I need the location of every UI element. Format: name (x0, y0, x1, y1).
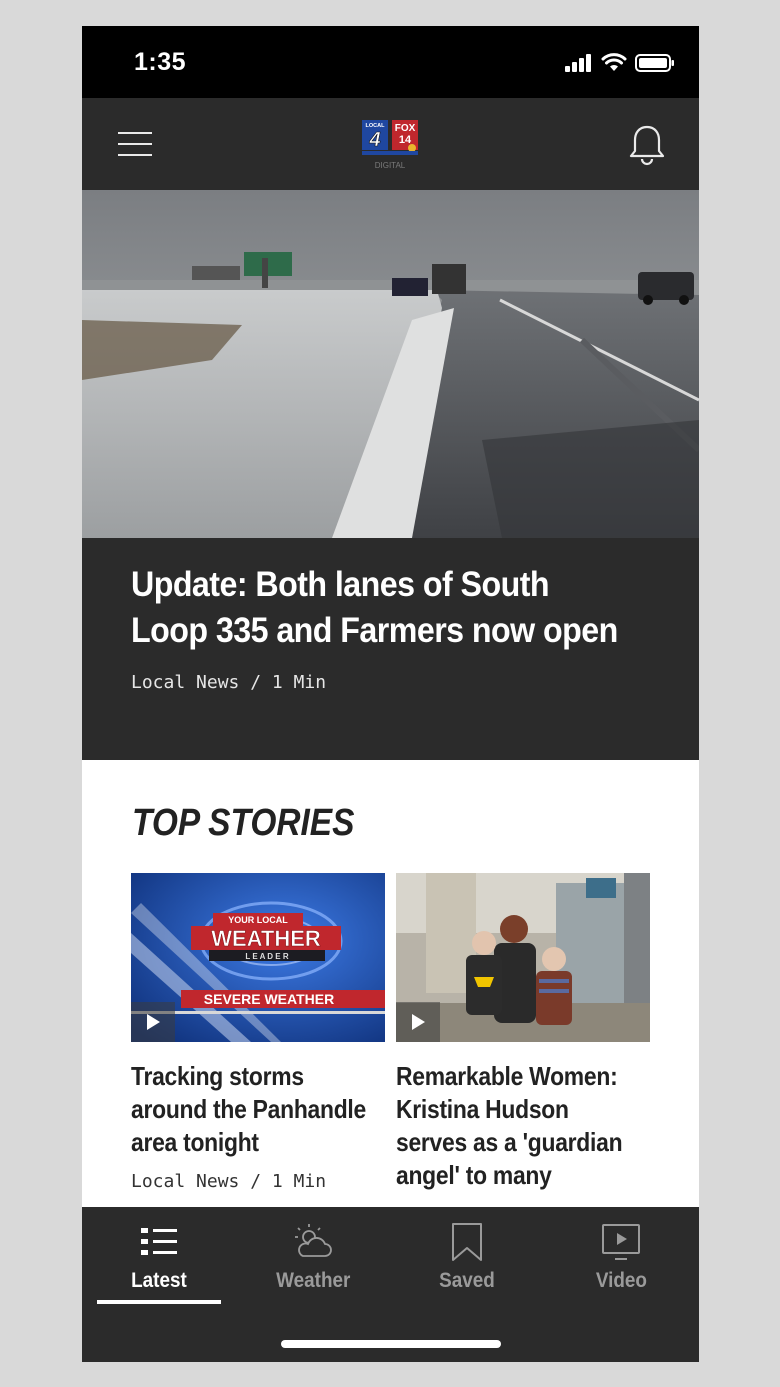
story-meta: Local News / 1 Min (131, 1171, 327, 1192)
hero-meta: Local News / 1 Min (131, 672, 327, 693)
svg-text:YOUR LOCAL: YOUR LOCAL (228, 915, 288, 925)
tab-label: Saved (439, 1269, 495, 1292)
menu-icon-bar (118, 143, 152, 145)
play-button[interactable] (396, 1002, 440, 1042)
svg-text:WEATHER: WEATHER (211, 926, 321, 951)
tab-label: Latest (131, 1269, 187, 1292)
play-button[interactable] (131, 1002, 175, 1042)
wifi-icon (601, 53, 627, 71)
hero-headline[interactable]: Update: Both lanes of South Loop 335 and… (131, 562, 628, 654)
home-indicator[interactable] (281, 1340, 501, 1348)
tab-latest[interactable]: Latest (94, 1207, 224, 1307)
status-icons (565, 52, 675, 74)
battery-icon (635, 54, 674, 72)
menu-icon-bar (118, 154, 152, 156)
svg-text:FOX: FOX (395, 123, 416, 134)
svg-text:L E A D E R: L E A D E R (245, 952, 288, 961)
hero-image[interactable] (82, 190, 699, 538)
menu-button[interactable] (118, 130, 152, 158)
list-icon (139, 1221, 179, 1263)
play-icon (412, 1014, 425, 1030)
app-header: LOCAL 4 FOX 14 DIGITAL (82, 98, 699, 190)
story-thumbnail (396, 873, 650, 1042)
notifications-bell-icon[interactable] (629, 124, 665, 166)
svg-text:SEVERE WEATHER: SEVERE WEATHER (204, 991, 334, 1007)
story-card[interactable]: Remarkable Women: Kristina Hudson serves… (396, 873, 650, 1192)
hero-caption[interactable]: Update: Both lanes of South Loop 335 and… (82, 538, 699, 760)
weather-icon (293, 1221, 333, 1263)
station-logo[interactable]: LOCAL 4 FOX 14 DIGITAL (360, 118, 420, 172)
menu-icon (118, 132, 152, 134)
top-stories-heading: TOP STORIES (132, 802, 355, 844)
svg-text:DIGITAL: DIGITAL (375, 161, 406, 170)
tab-video[interactable]: Video (556, 1207, 686, 1307)
tab-saved[interactable]: Saved (402, 1207, 532, 1307)
status-time: 1:35 (134, 48, 187, 76)
hero-road-scene (82, 190, 699, 538)
active-tab-indicator (97, 1300, 221, 1304)
tab-label: Video (595, 1269, 647, 1292)
status-bar: 1:35 (82, 26, 699, 98)
story-thumbnail: YOUR LOCAL WEATHER L E A D E R SEVERE WE… (131, 873, 385, 1042)
play-icon (147, 1014, 160, 1030)
tab-weather[interactable]: Weather (248, 1207, 378, 1307)
bookmark-icon (450, 1221, 484, 1263)
svg-text:14: 14 (399, 134, 412, 146)
app-screen: 1:35 LOCAL 4 FOX 14 DIGITAL Update: Both… (82, 26, 699, 1362)
story-title[interactable]: Tracking storms around the Panhandle are… (131, 1060, 373, 1159)
story-card[interactable]: YOUR LOCAL WEATHER L E A D E R SEVERE WE… (131, 873, 385, 1192)
cellular-signal-icon (565, 54, 591, 72)
tab-label: Weather (275, 1269, 351, 1292)
bottom-tab-bar: Latest Weather Saved Video (82, 1207, 699, 1362)
svg-text:4: 4 (368, 129, 380, 151)
video-icon (601, 1221, 641, 1263)
story-title[interactable]: Remarkable Women: Kristina Hudson serves… (396, 1060, 638, 1192)
